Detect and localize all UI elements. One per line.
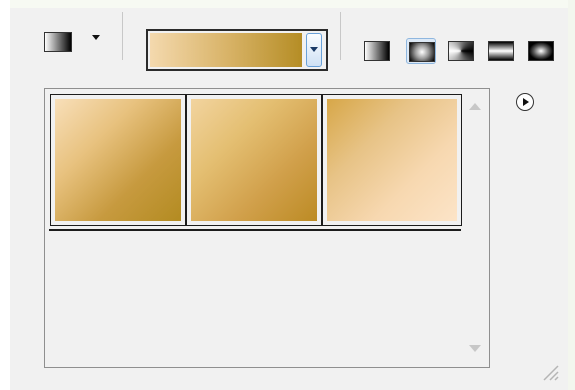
gradient-swatch-3[interactable] (322, 94, 462, 226)
chevron-down-icon (92, 35, 100, 40)
scroll-down-arrow-icon[interactable] (469, 345, 481, 352)
gradient-toolbar (10, 8, 568, 71)
panel-menu-button[interactable] (516, 93, 534, 111)
reflected-gradient-icon (488, 41, 514, 61)
gradient-swatch-1[interactable] (50, 94, 186, 226)
gradient-library-panel (44, 88, 490, 368)
diamond-gradient-button[interactable] (526, 38, 556, 64)
play-circle-icon (523, 98, 529, 106)
toolbar-divider (122, 12, 123, 60)
angle-gradient-button[interactable] (446, 38, 476, 64)
angle-gradient-icon (448, 41, 474, 61)
reflected-gradient-button[interactable] (486, 38, 516, 64)
radial-gradient-icon (409, 42, 435, 62)
linear-gradient-icon (364, 41, 390, 61)
window-right-border (568, 0, 575, 390)
gradient-preview-field[interactable] (146, 29, 328, 71)
window-left-border (0, 0, 10, 390)
scroll-up-arrow-icon[interactable] (469, 103, 481, 110)
toolbar-divider (340, 12, 341, 60)
linear-gradient-button[interactable] (362, 38, 392, 64)
current-gradient-preview (150, 33, 302, 67)
diamond-gradient-icon (528, 41, 554, 61)
window-top-border (0, 0, 575, 8)
gradient-dropdown-button[interactable] (306, 33, 322, 67)
gradient-swatch-2[interactable] (186, 94, 322, 226)
chevron-down-icon (310, 47, 318, 52)
resize-grip-icon[interactable] (538, 360, 560, 382)
linear-gradient-swatch-icon (44, 32, 72, 52)
gradient-editor-combo[interactable] (136, 20, 330, 71)
radial-gradient-button[interactable] (406, 38, 436, 64)
gradient-swatch-row (49, 93, 462, 231)
gradient-preset-picker-button[interactable] (36, 28, 106, 56)
